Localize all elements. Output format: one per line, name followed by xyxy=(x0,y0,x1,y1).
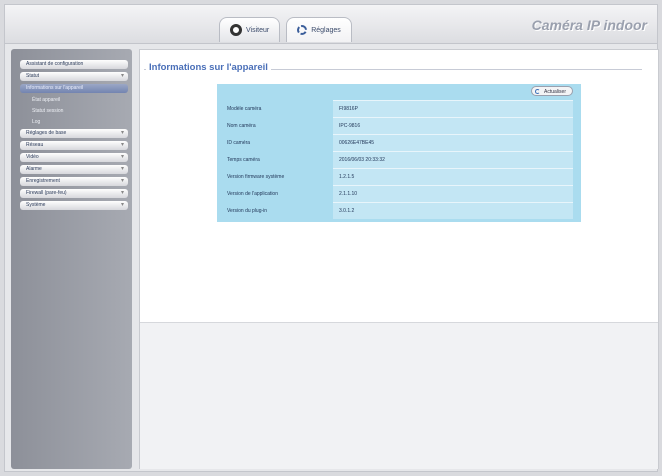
device-info-panel: Actualiser Modèle caméra FI9816P Nom camé… xyxy=(217,84,581,222)
brand-title: Caméra IP indoor xyxy=(531,17,647,33)
chevron-down-icon: ▾ xyxy=(120,166,124,172)
row-label: Version de l'application xyxy=(227,190,278,197)
page-title: Informations sur l'appareil xyxy=(146,62,271,73)
sidebar-item-network[interactable]: Réseau ▾ xyxy=(20,141,128,150)
sidebar-item-alarm[interactable]: Alarme ▾ xyxy=(20,165,128,174)
content-lower-area xyxy=(140,322,658,469)
sidebar-item-label: Firewall (pare-feu) xyxy=(26,190,67,196)
camera-icon xyxy=(230,24,242,36)
chevron-down-icon: ▾ xyxy=(120,142,124,148)
top-header: Visiteur Réglages Caméra IP indoor xyxy=(5,5,657,44)
settings-icon xyxy=(297,25,308,35)
tab-settings[interactable]: Réglages xyxy=(286,17,352,42)
chevron-down-icon: ▾ xyxy=(120,130,124,136)
sidebar-item-video[interactable]: Vidéo ▾ xyxy=(20,153,128,162)
chevron-down-icon: ▾ xyxy=(120,73,124,79)
sidebar-item-label: Enregistrement xyxy=(26,178,60,184)
tab-visitor-label: Visiteur xyxy=(246,26,270,34)
chevron-down-icon: ▾ xyxy=(120,202,124,208)
row-value: IPC-9816 xyxy=(333,117,573,134)
table-row: Version de l'application 2.1.1.10 xyxy=(221,185,573,202)
table-row: Modèle caméra FI9816P xyxy=(221,100,573,117)
row-label: Modèle caméra xyxy=(227,105,262,112)
tab-visitor[interactable]: Visiteur xyxy=(219,17,281,42)
row-value: 3.0.1.2 xyxy=(333,202,573,219)
sidebar-item-system[interactable]: Système ▾ xyxy=(20,201,128,210)
refresh-button[interactable]: Actualiser xyxy=(531,86,573,96)
row-value: 2016/06/03 20:33:32 xyxy=(333,151,573,168)
sidebar-subitem-device-state[interactable]: État appareil xyxy=(32,96,132,104)
sidebar-item-status[interactable]: Statut ▾ xyxy=(20,72,128,81)
row-value: 1.2.1.5 xyxy=(333,168,573,185)
row-value: 2.1.1.10 xyxy=(333,185,573,202)
row-label: Nom caméra xyxy=(227,122,256,129)
sidebar-item-label: Réglages de base xyxy=(26,130,67,136)
sidebar-item-label: Réseau xyxy=(26,142,44,148)
sidebar-subitem-log[interactable]: Log xyxy=(32,118,132,126)
main-content: Informations sur l'appareil Actualiser M… xyxy=(139,49,659,469)
table-row: Nom caméra IPC-9816 xyxy=(221,117,573,134)
row-value: 00626E47BE45 xyxy=(333,134,573,151)
sidebar-subitem-session-status[interactable]: Statut session xyxy=(32,107,132,115)
chevron-down-icon: ▾ xyxy=(120,190,124,196)
sidebar-item-label: Alarme xyxy=(26,166,42,172)
sidebar-item-label: Assistant de configuration xyxy=(26,61,84,67)
sidebar-item-label: Vidéo xyxy=(26,154,39,160)
chevron-down-icon: ▾ xyxy=(120,178,124,184)
table-row: ID caméra 00626E47BE45 xyxy=(221,134,573,151)
device-info-table: Modèle caméra FI9816P Nom caméra IPC-9816 … xyxy=(221,100,573,219)
row-label: ID caméra xyxy=(227,139,251,146)
sidebar: Assistant de configuration Statut ▾ Infor… xyxy=(11,49,132,469)
refresh-button-label: Actualiser xyxy=(544,89,566,95)
tab-settings-label: Réglages xyxy=(311,26,341,34)
table-row: Version du plug-in 3.0.1.2 xyxy=(221,202,573,219)
top-tabs: Visiteur Réglages xyxy=(219,17,352,43)
panel-toolbar: Actualiser xyxy=(217,84,581,98)
table-row: Version firmware système 1.2.1.5 xyxy=(221,168,573,185)
app-window: Visiteur Réglages Caméra IP indoor Assis… xyxy=(4,4,659,472)
row-label: Version firmware système xyxy=(227,173,285,180)
sidebar-item-label: Informations sur l'appareil xyxy=(26,85,84,91)
sidebar-item-recording[interactable]: Enregistrement ▾ xyxy=(20,177,128,186)
sidebar-item-label: Système xyxy=(26,202,46,208)
table-row: Temps caméra 2016/06/03 20:33:32 xyxy=(221,151,573,168)
chevron-down-icon: ▾ xyxy=(120,154,124,160)
sidebar-item-basic-settings[interactable]: Réglages de base ▾ xyxy=(20,129,128,138)
sidebar-item-setup-wizard[interactable]: Assistant de configuration xyxy=(20,60,128,69)
sidebar-item-label: Statut xyxy=(26,73,40,79)
sidebar-item-firewall[interactable]: Firewall (pare-feu) ▾ xyxy=(20,189,128,198)
refresh-icon xyxy=(535,89,541,94)
row-label: Temps caméra xyxy=(227,156,260,163)
sidebar-item-device-info[interactable]: Informations sur l'appareil xyxy=(20,84,128,93)
row-value: FI9816P xyxy=(333,100,573,117)
row-label: Version du plug-in xyxy=(227,207,268,214)
